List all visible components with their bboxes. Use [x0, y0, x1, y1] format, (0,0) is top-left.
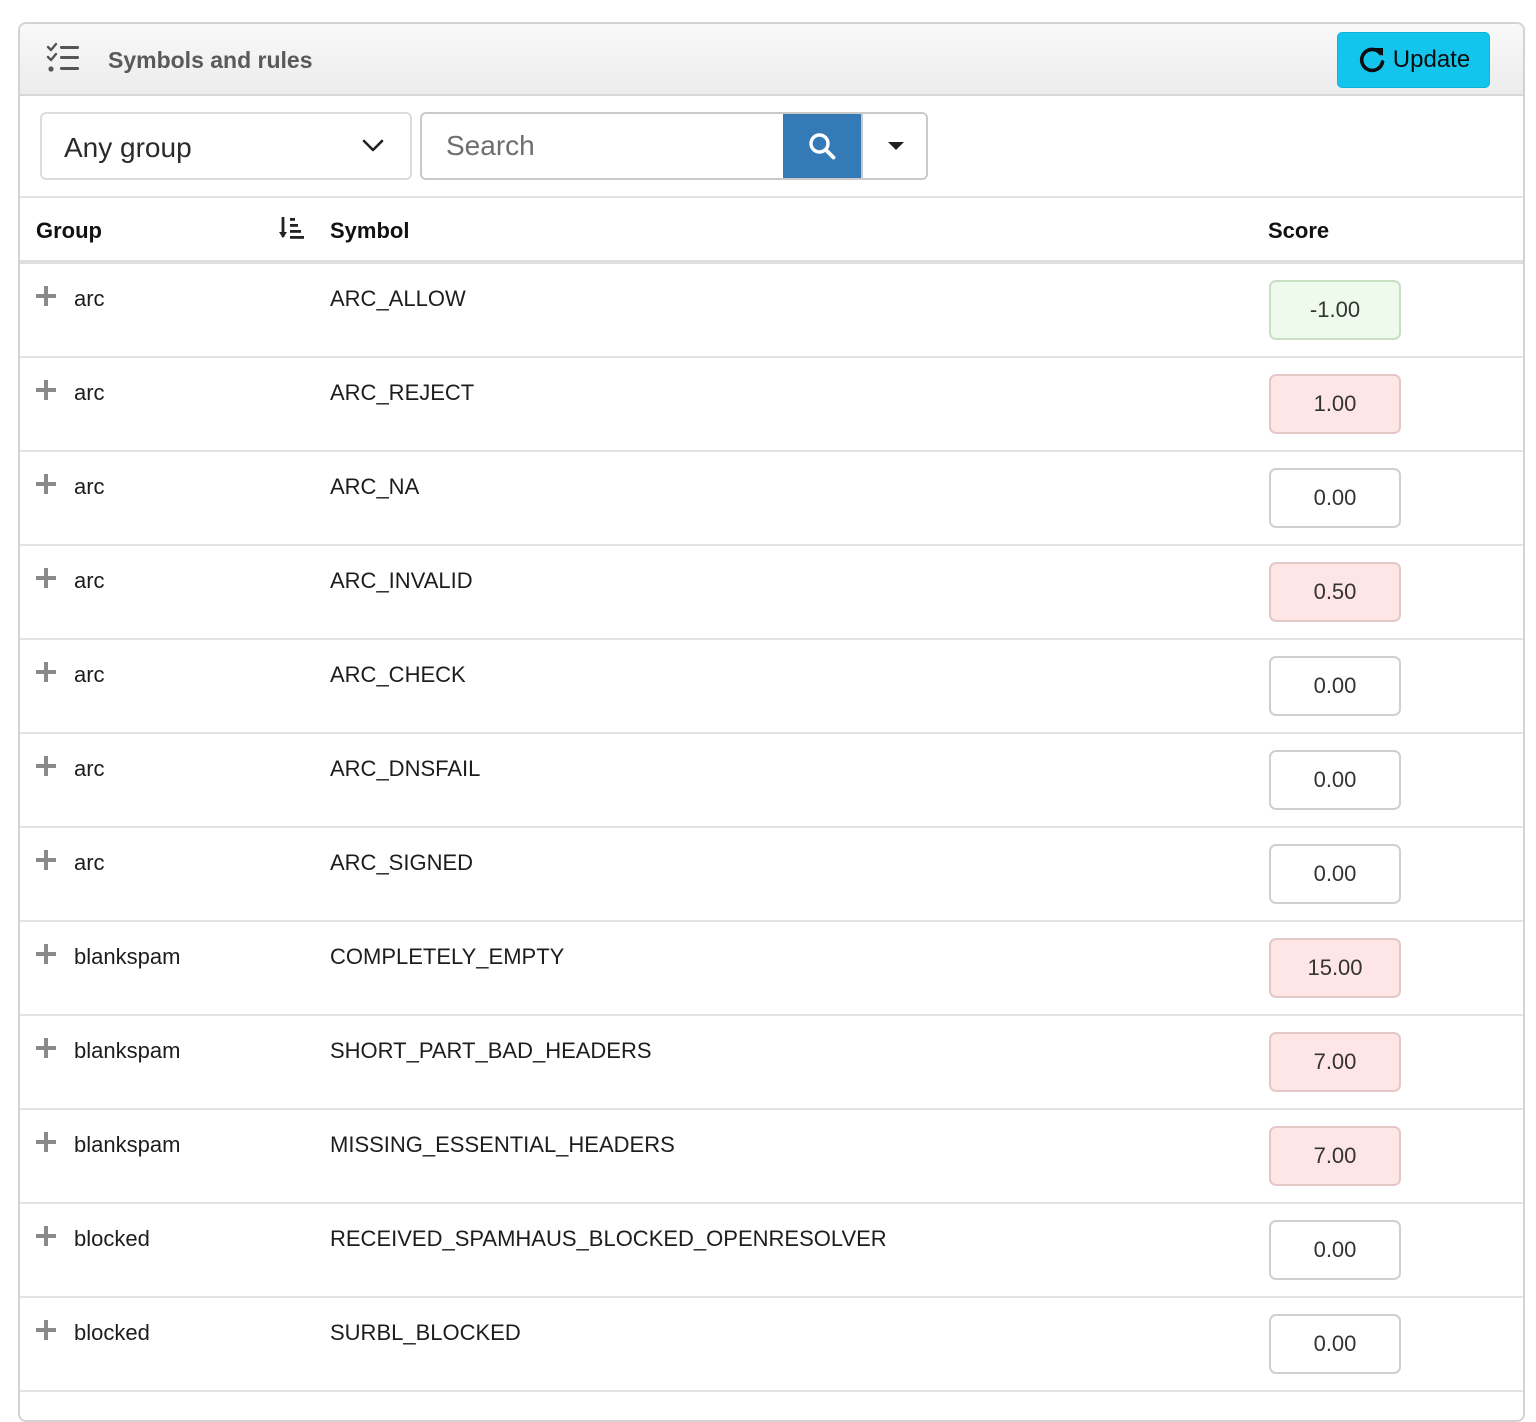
score-input[interactable] [1269, 1032, 1401, 1092]
table-row: blocked RECEIVED_SPAMHAUS_BLOCKED_OPENRES… [20, 1204, 1523, 1298]
sort-descending-icon[interactable] [278, 214, 306, 242]
group-cell: blocked [74, 1226, 150, 1251]
score-input[interactable] [1269, 1220, 1401, 1280]
group-cell: blankspam [74, 1132, 181, 1157]
search-button[interactable] [783, 114, 861, 178]
score-input[interactable] [1269, 1314, 1401, 1374]
checklist-icon [46, 42, 79, 72]
column-header-group[interactable]: Group [36, 218, 102, 244]
chevron-down-icon [362, 139, 384, 152]
expand-plus-icon[interactable] [36, 944, 56, 964]
group-cell: arc [74, 662, 105, 687]
symbols-card: Symbols and rules Update Any group Searc… [18, 22, 1525, 1422]
expand-plus-icon[interactable] [36, 662, 56, 682]
expand-plus-icon[interactable] [36, 474, 56, 494]
expand-plus-icon[interactable] [36, 1038, 56, 1058]
caret-down-icon [887, 142, 904, 150]
score-input[interactable] [1269, 374, 1401, 434]
group-cell: arc [74, 286, 105, 311]
expand-plus-icon[interactable] [36, 1226, 56, 1246]
table-row: blankspam SHORT_PART_BAD_HEADERS [20, 1016, 1523, 1110]
symbol-cell: ARC_SIGNED [330, 850, 474, 875]
symbol-cell: SURBL_BLOCKED [330, 1320, 521, 1345]
refresh-icon [1359, 47, 1385, 73]
symbol-cell: SHORT_PART_BAD_HEADERS [330, 1038, 652, 1063]
group-cell: arc [74, 380, 105, 405]
expand-plus-icon[interactable] [36, 1320, 56, 1340]
expand-plus-icon[interactable] [36, 380, 56, 400]
group-select-value: Any group [64, 132, 192, 163]
search-group [420, 112, 928, 180]
table-row: arc ARC_NA [20, 452, 1523, 546]
table-row: arc ARC_CHECK [20, 640, 1523, 734]
column-header-symbol[interactable]: Symbol [330, 218, 409, 244]
table-row: arc ARC_SIGNED [20, 828, 1523, 922]
symbol-cell: ARC_REJECT [330, 380, 475, 405]
score-input[interactable] [1269, 280, 1401, 340]
table-row: arc ARC_DNSFAIL [20, 734, 1523, 828]
score-input[interactable] [1269, 562, 1401, 622]
update-button[interactable]: Update [1337, 32, 1490, 88]
table-row: blankspam COMPLETELY_EMPTY [20, 922, 1523, 1016]
score-input[interactable] [1269, 656, 1401, 716]
table-row: arc ARC_REJECT [20, 358, 1523, 452]
symbol-cell: RECEIVED_SPAMHAUS_BLOCKED_OPENRESOLVER [330, 1226, 887, 1251]
page-title: Symbols and rules [108, 47, 313, 73]
score-input[interactable] [1269, 1126, 1401, 1186]
score-input[interactable] [1269, 468, 1401, 528]
search-input[interactable] [422, 114, 784, 178]
column-header-score[interactable]: Score [1268, 218, 1329, 244]
symbol-cell: MISSING_ESSENTIAL_HEADERS [330, 1132, 675, 1157]
table-header: Group Symbol Score [20, 198, 1523, 264]
symbol-cell: COMPLETELY_EMPTY [330, 944, 565, 969]
symbol-cell: ARC_CHECK [330, 662, 466, 687]
group-cell: arc [74, 474, 105, 499]
group-cell: blankspam [74, 944, 181, 969]
expand-plus-icon[interactable] [36, 756, 56, 776]
table-row: arc ARC_ALLOW [20, 264, 1523, 358]
group-cell: blankspam [74, 1038, 181, 1063]
table-row: blankspam MISSING_ESSENTIAL_HEADERS [20, 1110, 1523, 1204]
expand-plus-icon[interactable] [36, 850, 56, 870]
score-input[interactable] [1269, 938, 1401, 998]
card-header: Symbols and rules Update [20, 24, 1523, 96]
expand-plus-icon[interactable] [36, 1132, 56, 1152]
search-options-dropdown[interactable] [861, 114, 926, 178]
symbol-cell: ARC_INVALID [330, 568, 473, 593]
table-row: arc ARC_INVALID [20, 546, 1523, 640]
score-input[interactable] [1269, 750, 1401, 810]
expand-plus-icon[interactable] [36, 286, 56, 306]
group-cell: arc [74, 850, 105, 875]
group-cell: blocked [74, 1320, 150, 1345]
group-cell: arc [74, 568, 105, 593]
update-button-label: Update [1392, 46, 1471, 73]
group-cell: arc [74, 756, 105, 781]
filter-toolbar: Any group [20, 96, 1523, 198]
score-input[interactable] [1269, 844, 1401, 904]
expand-plus-icon[interactable] [36, 568, 56, 588]
symbol-cell: ARC_NA [330, 474, 420, 499]
symbol-cell: ARC_DNSFAIL [330, 756, 481, 781]
symbol-cell: ARC_ALLOW [330, 286, 466, 311]
group-select[interactable]: Any group [40, 112, 412, 180]
search-icon [809, 133, 836, 160]
